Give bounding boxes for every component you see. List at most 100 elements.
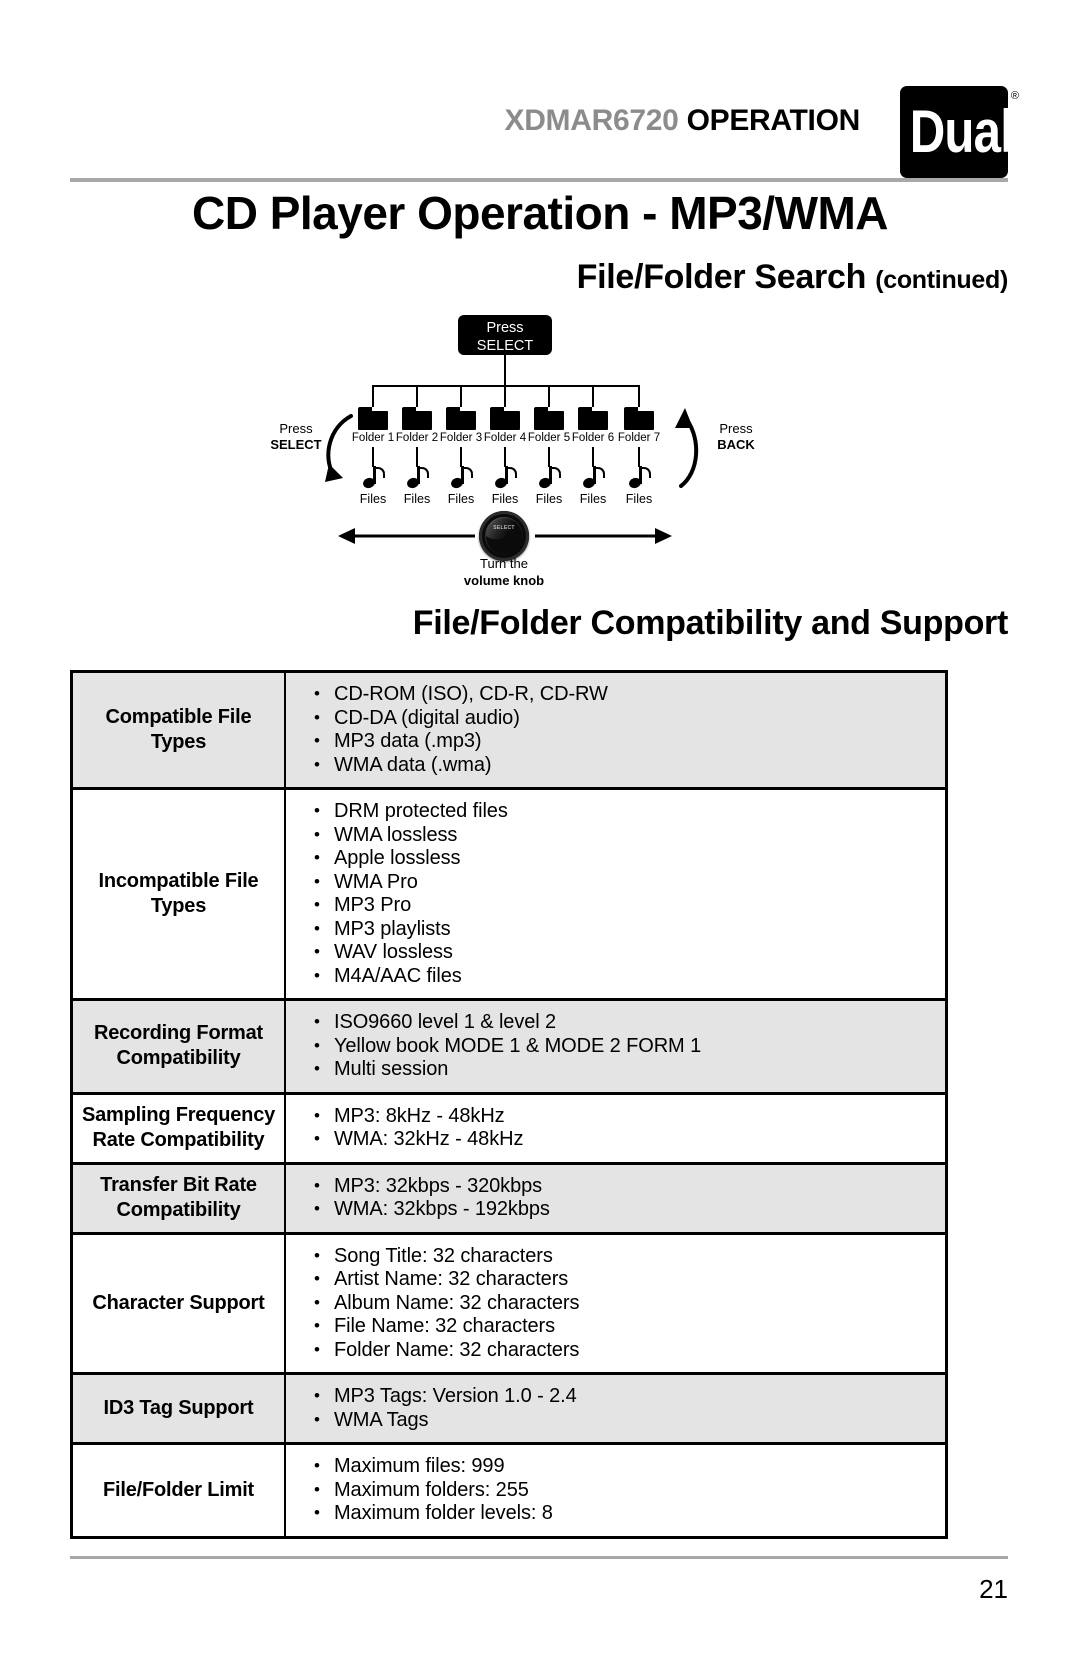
header-divider xyxy=(70,178,1008,182)
list-item: Song Title: 32 characters xyxy=(312,1244,945,1269)
table-row-label: Compatible File Types xyxy=(73,673,286,787)
table-row-values: Maximum files: 999 Maximum folders: 255 … xyxy=(286,1445,945,1536)
folder-column: Folder 5 Files xyxy=(526,407,572,506)
logo-wordmark: Dual xyxy=(909,98,1014,165)
table-row-values: MP3: 8kHz - 48kHz WMA: 32kHz - 48kHz xyxy=(286,1095,945,1162)
volume-knob-dial[interactable]: SELECT xyxy=(479,511,529,561)
files-label: Files xyxy=(579,492,607,506)
table-row-values: Song Title: 32 characters Artist Name: 3… xyxy=(286,1235,945,1373)
folder-column: Folder 7 Files xyxy=(616,407,662,506)
volume-knob[interactable]: SELECT xyxy=(479,511,529,561)
diagram-trunk-line xyxy=(504,355,506,386)
table-row-values: MP3 Tags: Version 1.0 - 2.4 WMA Tags xyxy=(286,1375,945,1442)
list-item: WMA lossless xyxy=(312,823,945,848)
diagram-drop-line xyxy=(504,385,506,407)
file-folder-search-diagram: Press SELECT to begin Folder 1 Files Fol… xyxy=(255,308,775,590)
files-label: Files xyxy=(403,492,431,506)
list-item: WMA Tags xyxy=(312,1408,945,1433)
files-label: Files xyxy=(535,492,563,506)
folder-to-files-connector xyxy=(592,447,594,467)
turn-right-arrow-icon xyxy=(535,528,672,544)
document-page: XDMAR6720 OPERATION Dual ® CD Player Ope… xyxy=(0,0,1080,1669)
folder-icon xyxy=(446,407,476,430)
table-row-label: Incompatible File Types xyxy=(73,790,286,998)
table-row: Compatible File Types CD-ROM (ISO), CD-R… xyxy=(73,673,945,790)
table-row-label: File/Folder Limit xyxy=(73,1445,286,1536)
press-select-hint-line-1: Press xyxy=(279,421,313,436)
section-subtitle-file-folder-search: File/Folder Search (continued) xyxy=(577,258,1009,297)
list-item: ISO9660 level 1 & level 2 xyxy=(312,1010,945,1035)
list-item: Maximum folders: 255 xyxy=(312,1478,945,1503)
folder-column: Folder 2 Files xyxy=(394,407,440,506)
folder-label: Folder 2 xyxy=(395,432,439,444)
volume-knob-label: SELECT xyxy=(493,525,515,531)
music-note-icon xyxy=(405,466,429,491)
list-item: MP3 Tags: Version 1.0 - 2.4 xyxy=(312,1384,945,1409)
list-item: Maximum folder levels: 8 xyxy=(312,1501,945,1526)
folder-to-files-connector xyxy=(416,447,418,467)
volume-knob-face xyxy=(486,518,522,554)
list-item: Album Name: 32 characters xyxy=(312,1291,945,1316)
press-back-hint: Press BACK xyxy=(703,421,769,453)
table-row-values: ISO9660 level 1 & level 2 Yellow book MO… xyxy=(286,1001,945,1092)
turn-left-arrow-icon xyxy=(338,528,475,544)
list-item: MP3: 8kHz - 48kHz xyxy=(312,1104,945,1129)
table-row-values: CD-ROM (ISO), CD-R, CD-RW CD-DA (digital… xyxy=(286,673,945,787)
music-note-icon xyxy=(627,466,651,491)
music-note-icon xyxy=(361,466,385,491)
list-item: Folder Name: 32 characters xyxy=(312,1338,945,1363)
table-row-values: MP3: 32kbps - 320kbps WMA: 32kbps - 192k… xyxy=(286,1165,945,1232)
folder-label: Folder 6 xyxy=(571,432,615,444)
list-item: MP3 data (.mp3) xyxy=(312,729,945,754)
table-row-label: ID3 Tag Support xyxy=(73,1375,286,1442)
header-title: XDMAR6720 OPERATION xyxy=(504,104,860,138)
list-item: DRM protected files xyxy=(312,799,945,824)
table-row-label: Transfer Bit Rate Compatibility xyxy=(73,1164,286,1232)
list-item: Multi session xyxy=(312,1057,945,1082)
files-label: Files xyxy=(359,492,387,506)
folder-label: Folder 4 xyxy=(483,432,527,444)
subtitle-continued-text: (continued) xyxy=(875,266,1008,294)
table-row-label: Recording Format Compatibility xyxy=(73,1001,286,1092)
list-item: MP3 Pro xyxy=(312,893,945,918)
folder-label: Folder 3 xyxy=(439,432,483,444)
header-section: OPERATION xyxy=(686,104,861,137)
folder-to-files-connector xyxy=(460,447,462,467)
knob-caption-line-2: volume knob xyxy=(463,573,545,588)
table-row-label: Character Support xyxy=(73,1234,286,1372)
list-item: Artist Name: 32 characters xyxy=(312,1267,945,1292)
music-note-icon xyxy=(493,466,517,491)
diagram-drop-line xyxy=(372,385,374,407)
music-note-icon xyxy=(581,466,605,491)
diagram-drop-line xyxy=(548,385,550,407)
files-label: Files xyxy=(447,492,475,506)
compatibility-table: Compatible File Types CD-ROM (ISO), CD-R… xyxy=(70,670,948,1539)
press-select-to-begin-badge: Press SELECT to begin xyxy=(458,315,552,372)
list-item: MP3 playlists xyxy=(312,917,945,942)
folder-icon xyxy=(534,407,564,430)
press-back-hint-line-1: Press xyxy=(719,421,753,436)
page-title: CD Player Operation - MP3/WMA xyxy=(191,187,889,239)
folder-label: Folder 5 xyxy=(527,432,571,444)
diagram-drop-line xyxy=(638,385,640,407)
folder-column: Folder 3 Files xyxy=(438,407,484,506)
list-item: Maximum files: 999 xyxy=(312,1454,945,1479)
folder-column: Folder 6 Files xyxy=(570,407,616,506)
table-row: Character Support Song Title: 32 charact… xyxy=(73,1234,945,1375)
badge-line-1: Press SELECT xyxy=(476,320,534,354)
music-note-icon xyxy=(449,466,473,491)
registered-trademark-icon: ® xyxy=(1010,90,1019,102)
table-row-label: Sampling Frequency Rate Compatibility xyxy=(73,1094,286,1162)
press-select-hint-line-2: SELECT xyxy=(270,437,322,452)
list-item: Apple lossless xyxy=(312,846,945,871)
list-item: CD-ROM (ISO), CD-R, CD-RW xyxy=(312,682,945,707)
table-row: Incompatible File Types DRM protected fi… xyxy=(73,790,945,1001)
folder-icon xyxy=(490,407,520,430)
dual-logo: Dual ® xyxy=(900,86,1019,178)
folder-icon xyxy=(402,407,432,430)
list-item: WMA: 32kbps - 192kbps xyxy=(312,1197,945,1222)
list-item: File Name: 32 characters xyxy=(312,1314,945,1339)
knob-caption-line-1: Turn the xyxy=(480,556,528,571)
table-row: File/Folder Limit Maximum files: 999 Max… xyxy=(73,1445,945,1536)
section-subtitle-compatibility: File/Folder Compatibility and Support xyxy=(412,604,1009,642)
